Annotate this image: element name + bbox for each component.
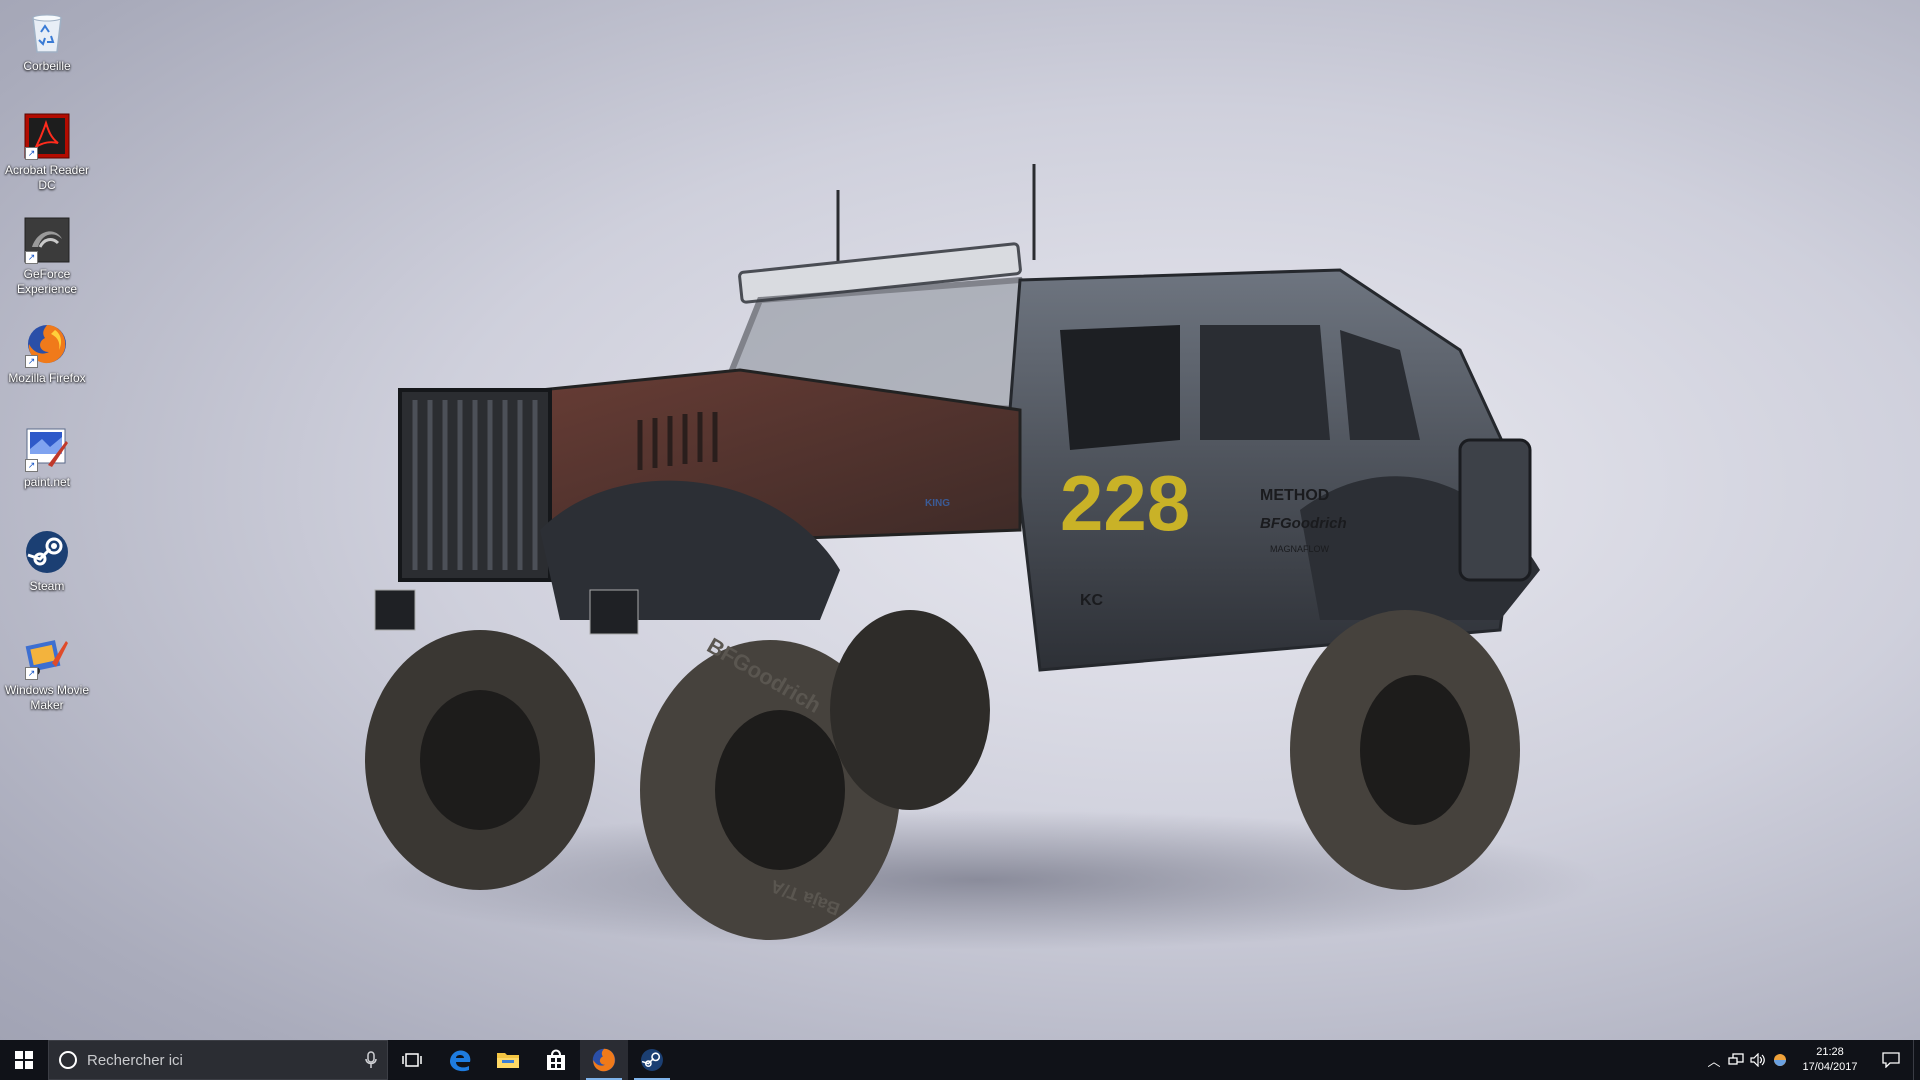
desktop-icon-steam[interactable]: Steam (2, 528, 92, 594)
decal-magnaflow: MAGNAFLOW (1270, 544, 1330, 554)
search-input[interactable] (85, 1050, 365, 1070)
movie-maker-icon: ↗ (23, 632, 71, 680)
shortcut-arrow-icon: ↗ (25, 147, 38, 160)
show-desktop-button[interactable] (1913, 1040, 1920, 1080)
desktop-icon-label: Steam (29, 579, 65, 593)
car-number-text: 228 (1060, 459, 1190, 547)
edge-icon (450, 1050, 471, 1072)
store-icon (547, 1049, 565, 1070)
wheel-rear-left (830, 610, 990, 810)
steam-icon (23, 528, 71, 576)
desktop-icon-label: Acrobat Reader DC (4, 163, 90, 192)
paintnet-icon: ↗ (23, 424, 71, 472)
desktop-icon-movie-maker[interactable]: ↗ Windows Movie Maker (2, 632, 92, 713)
volume-button[interactable] (1747, 1040, 1769, 1080)
shortcut-arrow-icon: ↗ (25, 355, 38, 368)
steam-icon (641, 1049, 663, 1071)
system-tray: ︿ 21:28 17/04/2017 (1703, 1040, 1920, 1080)
task-view-icon (402, 1053, 422, 1067)
speaker-icon (1750, 1053, 1765, 1067)
firefox-icon: ↗ (23, 320, 71, 368)
desktop-icon-firefox[interactable]: ↗ Mozilla Firefox (2, 320, 92, 386)
taskbar-store-button[interactable] (532, 1040, 580, 1080)
acrobat-icon: ↗ (23, 112, 71, 160)
clock-date: 17/04/2017 (1802, 1061, 1858, 1073)
wheel-rear-right (1290, 610, 1520, 890)
clock-time: 21:28 (1816, 1046, 1844, 1058)
folder-icon (497, 1053, 519, 1068)
decal-bfgoodrich: BFGoodrich (1260, 515, 1347, 532)
taskbar: ︿ 21:28 17/04/2017 (0, 1040, 1920, 1080)
start-button[interactable] (0, 1040, 48, 1080)
shortcut-arrow-icon: ↗ (25, 667, 38, 680)
taskbar-steam-button[interactable] (628, 1040, 676, 1080)
notification-icon (1882, 1052, 1900, 1068)
cortana-search-box[interactable] (48, 1040, 388, 1080)
shortcut-arrow-icon: ↗ (25, 251, 38, 264)
desktop-icon-label: Windows Movie Maker (4, 683, 90, 712)
desktop-icon-label: Mozilla Firefox (8, 371, 86, 385)
weather-tray-button[interactable] (1769, 1040, 1791, 1080)
shortcut-arrow-icon: ↗ (25, 459, 38, 472)
show-hidden-icons-button[interactable]: ︿ (1703, 1040, 1725, 1080)
app-tray-icon (1774, 1054, 1786, 1066)
decal-king: KING (925, 498, 950, 509)
geforce-icon: ↗ (23, 216, 71, 264)
desktop-icon-label: Corbeille (23, 59, 71, 73)
wheel-front-left (365, 630, 595, 890)
chevron-up-icon: ︿ (1707, 1053, 1721, 1069)
desktop-icon-acrobat[interactable]: ↗ Acrobat Reader DC (2, 112, 92, 193)
network-icon (1728, 1053, 1744, 1065)
decal-method: METHOD (1260, 487, 1329, 504)
desktop-icon-label: GeForce Experience (16, 267, 78, 296)
taskbar-edge-button[interactable] (436, 1040, 484, 1080)
microphone-icon[interactable] (365, 1051, 377, 1069)
desktop-icon-paintnet[interactable]: ↗ paint.net (2, 424, 92, 490)
firefox-icon (592, 1048, 616, 1072)
desktop-icon-recycle-bin[interactable]: Corbeille (2, 8, 92, 74)
task-view-button[interactable] (388, 1040, 436, 1080)
taskbar-clock[interactable]: 21:28 17/04/2017 (1791, 1040, 1869, 1080)
action-center-button[interactable] (1869, 1040, 1913, 1080)
wallpaper-vehicle: 228 METHOD BFGoodrich MAGNAFLOW KC KING … (320, 150, 1640, 950)
taskbar-firefox-button[interactable] (580, 1040, 628, 1080)
decal-kc: KC (1080, 592, 1104, 609)
windows-logo-icon (15, 1051, 33, 1069)
network-button[interactable] (1725, 1040, 1747, 1080)
desktop-icon-geforce[interactable]: ↗ GeForce Experience (2, 216, 92, 297)
desktop-icon-label: paint.net (23, 475, 71, 489)
recycle-bin-icon (23, 8, 71, 56)
taskbar-file-explorer-button[interactable] (484, 1040, 532, 1080)
cortana-circle-icon (59, 1051, 77, 1069)
